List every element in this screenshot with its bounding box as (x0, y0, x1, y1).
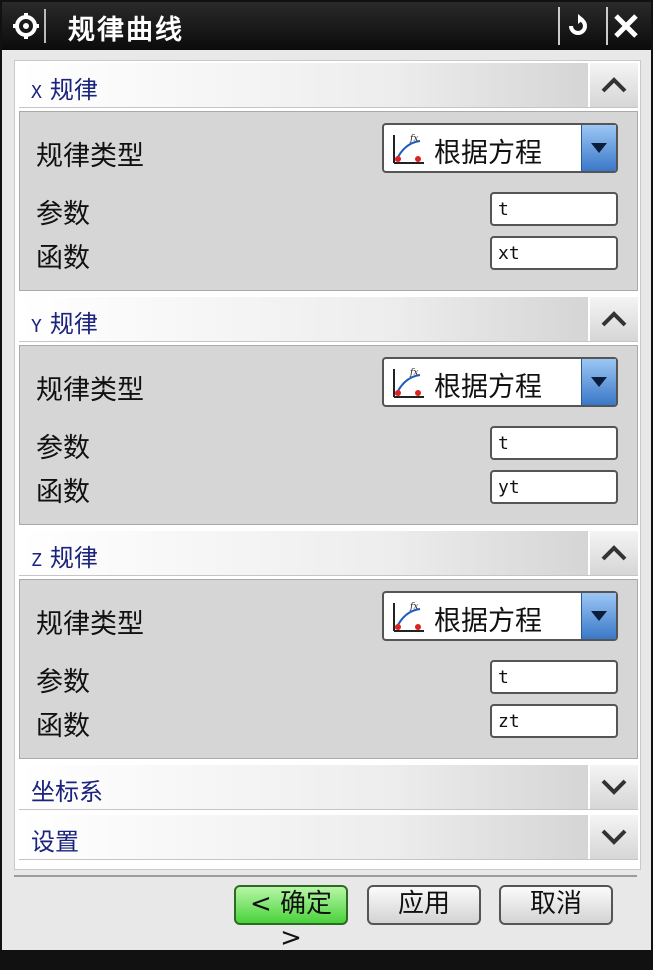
function-label: 函数 (36, 243, 90, 274)
param-input[interactable]: t (490, 660, 618, 694)
expand-button[interactable] (588, 765, 638, 809)
svg-text:fx: fx (409, 368, 418, 378)
law-type-label: 规律类型 (36, 141, 144, 172)
title-bar: 规律曲线 (2, 2, 651, 50)
law-equation-icon: fx (393, 368, 424, 398)
function-label: 函数 (36, 711, 90, 742)
expand-button[interactable] (588, 815, 638, 859)
law-type-dropdown[interactable]: fx 根据方程 (382, 591, 618, 641)
section-title: Y 规律 (31, 304, 98, 339)
param-label: 参数 (36, 433, 90, 464)
svg-text:fx: fx (409, 602, 418, 612)
chevron-up-icon (601, 545, 627, 561)
law-type-label: 规律类型 (36, 375, 144, 406)
law-curve-dialog: 规律曲线 X 规律 规律类型 fx 根据方程 参数 t 函数 xt Y 规律 规… (0, 0, 653, 970)
section-body-z-law: 规律类型 fx 根据方程 参数 t 函数 zt (19, 579, 638, 759)
dialog-content: X 规律 规律类型 fx 根据方程 参数 t 函数 xt Y 规律 规律类型 f… (14, 60, 641, 870)
law-type-value: 根据方程 (434, 372, 542, 403)
gear-icon[interactable] (8, 9, 46, 43)
section-title-text: 规律 (49, 76, 98, 104)
law-type-label: 规律类型 (36, 609, 144, 640)
function-input[interactable]: yt (490, 470, 618, 504)
chevron-down-icon (591, 377, 607, 387)
param-label: 参数 (36, 199, 90, 230)
close-icon (614, 14, 638, 38)
section-title-text: 规律 (49, 544, 98, 572)
button-divider (14, 875, 637, 877)
law-equation-icon: fx (393, 134, 424, 164)
reset-button[interactable] (558, 7, 596, 45)
chevron-down-icon (591, 611, 607, 621)
chevron-up-icon (601, 77, 627, 93)
function-input[interactable]: xt (490, 236, 618, 270)
axis-label: Y (31, 316, 42, 337)
dropdown-arrow-button[interactable] (581, 359, 616, 405)
section-header-y-law[interactable]: Y 规律 (19, 297, 638, 342)
section-title: 坐标系 (31, 778, 103, 806)
section-header-z-law[interactable]: Z 规律 (19, 531, 638, 576)
param-input[interactable]: t (490, 426, 618, 460)
law-type-dropdown[interactable]: fx 根据方程 (382, 123, 618, 173)
collapse-button[interactable] (588, 297, 638, 341)
section-title: 设置 (31, 828, 79, 856)
section-header-settings[interactable]: 设置 (19, 815, 638, 860)
section-header-coordinate-system[interactable]: 坐标系 (19, 765, 638, 810)
dropdown-arrow-button[interactable] (581, 593, 616, 639)
axis-label: X (31, 82, 42, 103)
chevron-up-icon (601, 311, 627, 327)
param-input[interactable]: t (490, 192, 618, 226)
chevron-down-icon (601, 779, 627, 795)
function-label: 函数 (36, 477, 90, 508)
close-button[interactable] (606, 7, 644, 45)
cancel-button[interactable]: 取消 (499, 885, 613, 925)
law-type-dropdown[interactable]: fx 根据方程 (382, 357, 618, 407)
section-header-x-law[interactable]: X 规律 (19, 63, 638, 108)
reset-icon (569, 14, 587, 35)
window-bottom-bar (2, 950, 651, 968)
svg-text:fx: fx (409, 134, 418, 144)
apply-button[interactable]: 应用 (367, 885, 481, 925)
chevron-down-icon (601, 829, 627, 845)
dropdown-arrow-button[interactable] (581, 125, 616, 171)
law-equation-icon: fx (393, 602, 424, 632)
axis-label: Z (31, 550, 42, 571)
chevron-down-icon (591, 143, 607, 153)
law-type-value: 根据方程 (434, 138, 542, 169)
section-title: Z 规律 (31, 538, 98, 573)
collapse-button[interactable] (588, 63, 638, 107)
ok-button[interactable]: < 确定 > (234, 885, 348, 953)
section-title-text: 规律 (49, 310, 98, 338)
section-body-x-law: 规律类型 fx 根据方程 参数 t 函数 xt (19, 111, 638, 291)
section-title: X 规律 (31, 70, 98, 105)
law-type-value: 根据方程 (434, 606, 542, 637)
section-body-y-law: 规律类型 fx 根据方程 参数 t 函数 yt (19, 345, 638, 525)
param-label: 参数 (36, 667, 90, 698)
dialog-title: 规律曲线 (68, 15, 184, 46)
collapse-button[interactable] (588, 531, 638, 575)
function-input[interactable]: zt (490, 704, 618, 738)
